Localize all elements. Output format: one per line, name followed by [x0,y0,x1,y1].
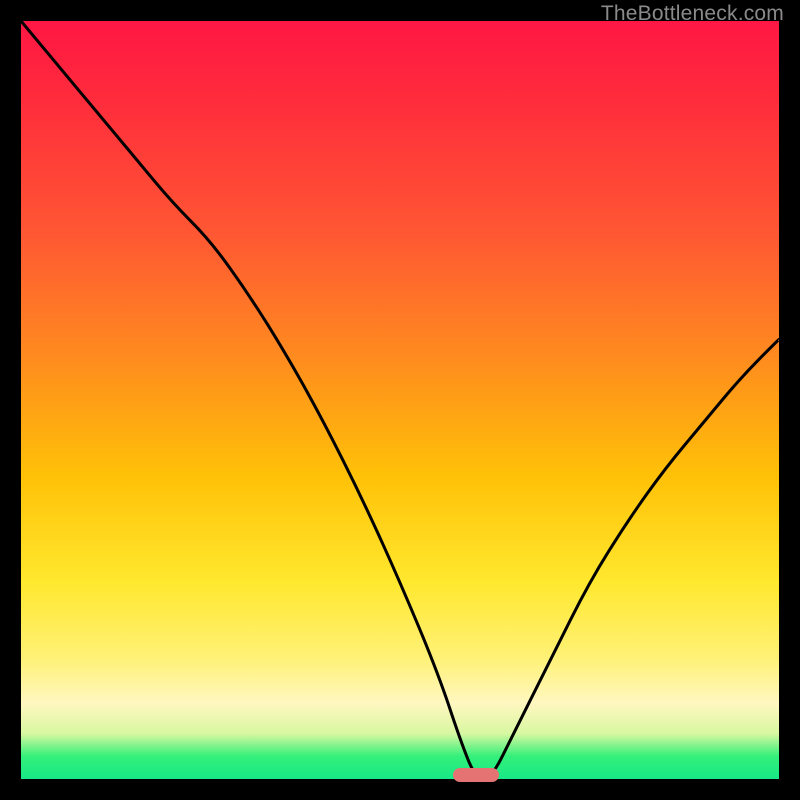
optimal-marker [453,768,498,782]
curve-path [21,21,779,779]
attribution-text: TheBottleneck.com [601,2,784,26]
plot-area [21,21,779,779]
bottleneck-curve [21,21,779,779]
chart-frame: TheBottleneck.com [0,0,800,800]
